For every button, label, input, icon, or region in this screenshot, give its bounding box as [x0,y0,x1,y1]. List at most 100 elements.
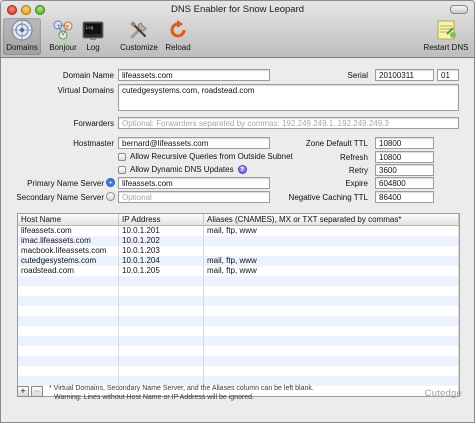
refresh-field[interactable]: 10800 [375,151,434,163]
allow-recursive-checkbox[interactable]: Allow Recursive Queries from Outside Sub… [118,152,293,161]
ip-address-cell[interactable]: 10.0.1.201 [119,226,204,236]
aliases-cell[interactable]: mail, ftp, www [204,226,459,236]
aliases-cell[interactable]: mail, ftp, www [204,266,459,276]
main-content: Domain Name lifeassets.com Serial 201003… [1,58,474,422]
retry-label: Retry [348,166,368,175]
ip-address-cell[interactable]: 10.0.1.204 [119,256,204,266]
host-name-cell[interactable]: imac.lifeassets.com [18,236,119,246]
toolbar-customize-label: Customize [120,43,158,52]
titlebar-toolbar: DNS Enabler for Snow Leopard Domains Bon… [1,1,474,58]
secondary-name-server-radio[interactable] [106,192,115,201]
toolbar-domains-button[interactable]: Domains [3,18,41,55]
window-title: DNS Enabler for Snow Leopard [170,4,305,15]
table-row[interactable]: cutedgesystems.com 10.0.1.204 mail, ftp,… [18,256,459,266]
primary-name-server-label: Primary Name Server [27,179,104,188]
table-row-empty[interactable] [18,316,459,326]
secondary-name-server-label: Secondary Name Server [16,193,104,202]
allow-recursive-checkbox-box[interactable] [118,152,126,161]
table-row-empty[interactable] [18,306,459,316]
table-row-empty[interactable] [18,366,459,376]
table-row-empty[interactable] [18,346,459,356]
hostmaster-label: Hostmaster [73,139,114,148]
footer-note-line-2: Warning: Lines without Host Name or IP A… [54,394,254,401]
table-row[interactable]: lifeassets.com 10.0.1.201 mail, ftp, www [18,226,459,236]
host-name-cell[interactable]: lifeassets.com [18,226,119,236]
primary-name-server-radio[interactable] [106,178,115,187]
hosts-table-body: lifeassets.com 10.0.1.201 mail, ftp, www… [18,226,459,396]
restart-dns-icon [434,18,458,42]
domains-icon [10,18,34,42]
aliases-cell[interactable] [204,246,459,256]
brand-logo: Cutedge [424,388,462,399]
column-header-host-name[interactable]: Host Name [18,214,119,225]
toolbar-reload-label: Reload [165,43,191,52]
ip-address-cell[interactable]: 10.0.1.202 [119,236,204,246]
help-icon[interactable]: ? [237,165,247,174]
footer-note: * Virtual Domains, Secondary Name Server… [49,384,314,402]
negative-caching-ttl-label: Negative Caching TTL [288,193,368,202]
allow-recursive-label: Allow Recursive Queries from Outside Sub… [130,152,293,161]
domain-name-field[interactable]: lifeassets.com [118,69,270,81]
table-row-empty[interactable] [18,276,459,286]
host-name-cell[interactable]: cutedgesystems.com [18,256,119,266]
expire-field[interactable]: 604800 [375,177,434,189]
zone-default-ttl-label: Zone Default TTL [305,139,368,148]
toolbar-bonjour-label: Bonjour [49,43,77,52]
toolbar-restart-dns-button[interactable]: Restart DNS [421,18,471,52]
forwarders-label: Forwarders [73,119,114,128]
log-icon: Log [81,18,105,42]
table-row-empty[interactable] [18,296,459,306]
column-header-ip-address[interactable]: IP Address [119,214,204,225]
footer-note-line-1: * Virtual Domains, Secondary Name Server… [49,385,314,392]
customize-icon [127,18,151,42]
table-row-empty[interactable] [18,336,459,346]
reload-icon [166,18,190,42]
host-name-cell[interactable]: macbook.lifeassets.com [18,246,119,256]
zone-default-ttl-field[interactable]: 10800 [375,137,434,149]
allow-dynamic-checkbox[interactable]: Allow Dynamic DNS Updates ? [118,165,247,174]
column-header-aliases[interactable]: Aliases (CNAMES), MX or TXT separated by… [204,214,459,225]
virtual-domains-label: Virtual Domains [57,86,114,95]
secondary-name-server-field[interactable]: Optional [118,191,270,203]
app-window: DNS Enabler for Snow Leopard Domains Bon… [0,0,475,423]
toolbar-customize-button[interactable]: Customize [118,18,160,52]
table-row-empty[interactable] [18,356,459,366]
hosts-table[interactable]: Host Name IP Address Aliases (CNAMES), M… [17,213,460,397]
table-row[interactable]: macbook.lifeassets.com 10.0.1.203 [18,246,459,256]
table-row[interactable]: roadstead.com 10.0.1.205 mail, ftp, www [18,266,459,276]
forwarders-field[interactable]: Optional: Forwarders separated by commas… [118,117,459,129]
toolbar-log-label: Log [86,43,100,52]
host-name-cell[interactable]: roadstead.com [18,266,119,276]
serial-label: Serial [347,71,368,80]
hosts-table-header: Host Name IP Address Aliases (CNAMES), M… [18,214,459,226]
primary-name-server-field[interactable]: lifeassets.com [118,177,270,189]
toolbar-reload-button[interactable]: Reload [163,18,193,52]
virtual-domains-field[interactable]: cutedgesystems.com, roadstead.com [118,84,459,111]
table-row-empty[interactable] [18,326,459,336]
toolbar-bonjour-button[interactable]: Bonjour [45,18,81,52]
toolbar-restart-dns-label: Restart DNS [423,43,469,52]
hostmaster-field[interactable]: bernard@lifeassets.com [118,137,270,149]
negative-caching-ttl-field[interactable]: 86400 [375,191,434,203]
svg-text:Log: Log [86,25,94,30]
toolbar-domains-label: Domains [6,43,38,52]
domain-name-label: Domain Name [62,71,114,80]
allow-dynamic-label: Allow Dynamic DNS Updates [130,165,234,174]
expire-label: Expire [345,179,368,188]
aliases-cell[interactable]: mail, ftp, www [204,256,459,266]
retry-field[interactable]: 3600 [375,164,434,176]
add-row-button[interactable]: + [17,386,29,397]
bonjour-icon [51,18,75,42]
serial-suffix-field[interactable]: 01 [437,69,459,81]
toolbar-log-button[interactable]: Log Log [80,18,106,52]
toolbar-toggle-button[interactable] [450,5,468,14]
aliases-cell[interactable] [204,236,459,246]
ip-address-cell[interactable]: 10.0.1.203 [119,246,204,256]
ip-address-cell[interactable]: 10.0.1.205 [119,266,204,276]
allow-dynamic-checkbox-box[interactable] [118,165,126,174]
remove-row-button[interactable]: − [31,386,43,397]
table-row-empty[interactable] [18,286,459,296]
table-row[interactable]: imac.lifeassets.com 10.0.1.202 [18,236,459,246]
refresh-label: Refresh [339,153,368,162]
serial-field[interactable]: 20100311 [375,69,434,81]
